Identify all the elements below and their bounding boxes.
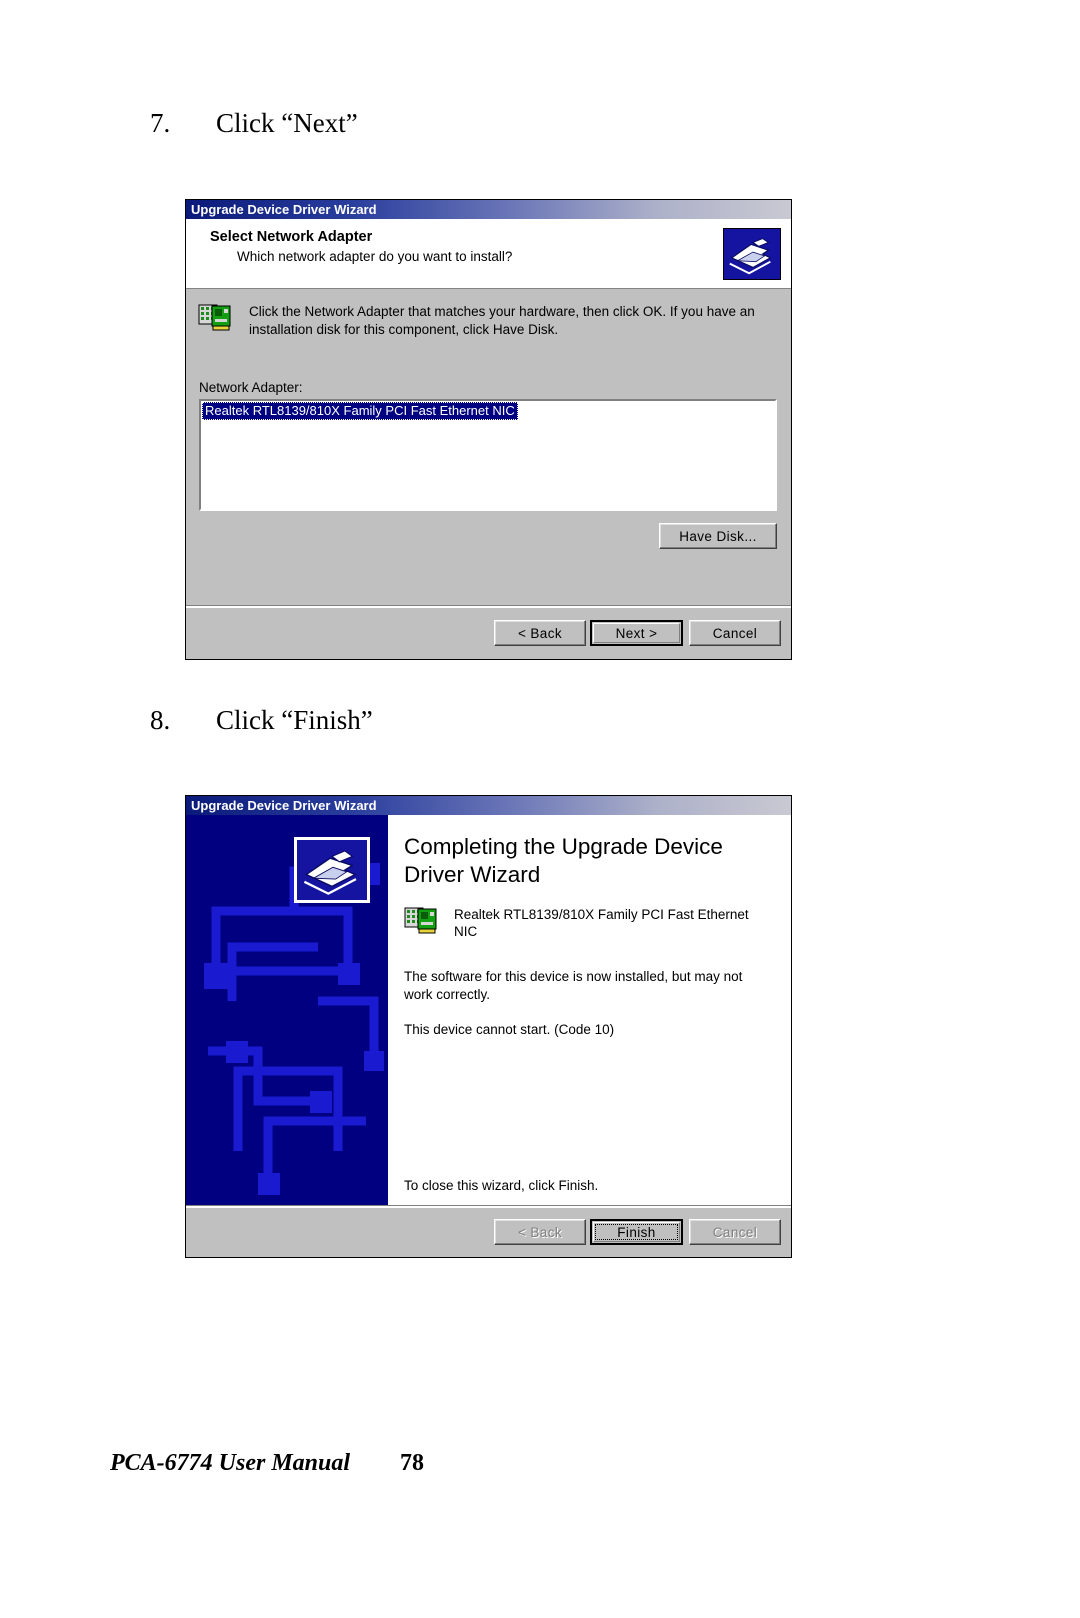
finish-button[interactable]: Finish: [590, 1219, 683, 1245]
network-card-icon-glyph: [198, 304, 231, 331]
step-8: 8. Click “Finish”: [150, 705, 373, 736]
dialog-1-titlebar[interactable]: Upgrade Device Driver Wizard: [186, 200, 791, 219]
network-card-icon: [404, 906, 438, 941]
error-code-text: This device cannot start. (Code 10): [404, 1022, 615, 1037]
close-wizard-text: To close this wizard, click Finish.: [404, 1178, 599, 1193]
next-button[interactable]: Next >: [590, 620, 683, 646]
dialog-1-title-text: Upgrade Device Driver Wizard: [191, 202, 377, 217]
wizard-hand-icon: [294, 837, 370, 903]
dialog-2-button-bar: < Back Finish Cancel: [186, 1205, 791, 1257]
footer-manual-title: PCA-6774 User Manual: [110, 1450, 351, 1476]
wizard-hand-icon-glyph: [724, 229, 780, 279]
wizard-sidebar-graphic: [186, 815, 388, 1207]
wizard-hand-icon-glyph: [297, 840, 367, 900]
upgrade-device-driver-wizard-dialog-1[interactable]: Upgrade Device Driver Wizard Select Netw…: [185, 199, 792, 660]
cancel-button[interactable]: Cancel: [689, 620, 781, 646]
back-button[interactable]: < Back: [494, 620, 586, 646]
dialog-1-header-subtitle: Which network adapter do you want to ins…: [237, 249, 513, 264]
dialog-2-content: Completing the Upgrade Device Driver Wiz…: [388, 815, 791, 1207]
device-row: Realtek RTL8139/810X Family PCI Fast Eth…: [404, 906, 773, 941]
have-disk-button[interactable]: Have Disk...: [659, 523, 777, 549]
back-button-label: < Back: [517, 1224, 563, 1240]
wizard-hand-icon: [723, 228, 781, 280]
dialog-2-title-text: Upgrade Device Driver Wizard: [191, 798, 377, 813]
wizard-completion-heading: Completing the Upgrade Device Driver Wiz…: [404, 834, 723, 887]
cancel-button[interactable]: Cancel: [689, 1219, 781, 1245]
dialog-1-button-bar: < Back Next > Cancel: [186, 605, 791, 659]
dialog-1-header-band: Select Network Adapter Which network ada…: [186, 219, 791, 289]
network-adapter-label: Network Adapter:: [199, 380, 303, 395]
step-8-number: 8.: [150, 705, 171, 735]
dialog-1-header-title: Select Network Adapter: [210, 229, 373, 245]
back-button-label: < Back: [517, 625, 563, 641]
cancel-button-label: Cancel: [712, 625, 758, 641]
dialog-2-titlebar[interactable]: Upgrade Device Driver Wizard: [186, 796, 791, 815]
network-adapter-listbox[interactable]: Realtek RTL8139/810X Family PCI Fast Eth…: [199, 399, 777, 511]
dialog-1-info-row: Click the Network Adapter that matches y…: [186, 289, 791, 338]
dialog-1-info-text: Click the Network Adapter that matches y…: [249, 304, 755, 337]
step-7-text: Click “Next”: [216, 108, 358, 138]
page-footer: PCA-6774 User Manual 78: [110, 1450, 590, 1477]
footer-page-number: 78: [400, 1450, 424, 1476]
install-status-text: The software for this device is now inst…: [404, 969, 743, 1002]
next-button-label: Next >: [615, 625, 658, 641]
finish-button-label: Finish: [617, 1224, 656, 1240]
network-card-icon-glyph: [404, 907, 437, 934]
dialog-1-body: Click the Network Adapter that matches y…: [186, 289, 791, 583]
have-disk-button-label: Have Disk...: [679, 528, 757, 544]
list-item[interactable]: Realtek RTL8139/810X Family PCI Fast Eth…: [202, 402, 518, 420]
cancel-button-label: Cancel: [712, 1224, 758, 1240]
step-7-number: 7.: [150, 108, 171, 138]
step-7: 7. Click “Next”: [150, 108, 358, 139]
upgrade-device-driver-wizard-dialog-2[interactable]: Upgrade Device Driver Wizard Completing …: [185, 795, 792, 1258]
step-8-text: Click “Finish”: [216, 705, 373, 735]
dialog-2-body: Completing the Upgrade Device Driver Wiz…: [186, 815, 791, 1207]
back-button[interactable]: < Back: [494, 1219, 586, 1245]
device-name-text: Realtek RTL8139/810X Family PCI Fast Eth…: [454, 907, 749, 939]
network-card-icon: [198, 303, 232, 338]
